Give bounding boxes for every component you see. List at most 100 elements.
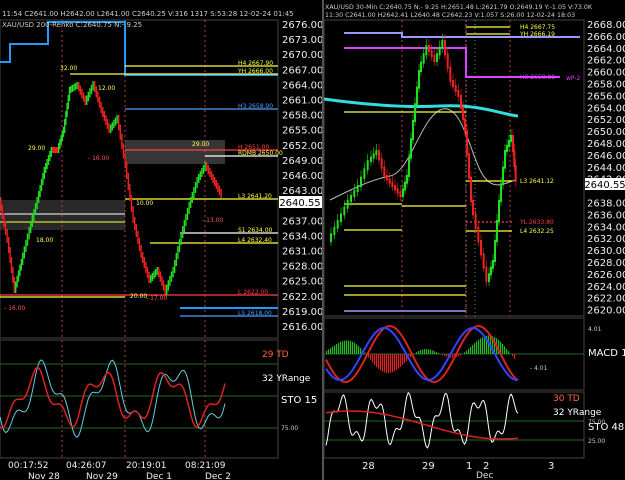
candle-body <box>514 165 517 182</box>
renko-brick <box>68 87 71 101</box>
macd-bar <box>338 342 340 354</box>
candle-body <box>430 50 433 57</box>
macd-bar <box>452 354 454 358</box>
price-tick: 2661.00 <box>282 96 323 107</box>
price-tick-right: 2662.00 <box>587 56 625 67</box>
renko-brick <box>119 124 121 140</box>
bar-annotation: 29.00 <box>28 145 45 152</box>
renko-brick <box>43 167 45 179</box>
candle-body <box>412 120 414 141</box>
time-tick: 04:26:07 <box>66 461 106 471</box>
renko-brick <box>121 133 123 150</box>
renko-brick <box>150 275 152 283</box>
candle-body <box>472 200 474 216</box>
macd-bar <box>468 348 470 354</box>
level-label-right: YH 2666.19 <box>519 31 555 38</box>
renko-brick <box>20 259 22 271</box>
candle-body <box>446 53 449 69</box>
renko-brick <box>78 82 80 92</box>
candle-body <box>408 156 410 177</box>
minute-chart-panel[interactable]: H4 2667.75YH 2666.19 H3 2658.88 L3 2641.12… <box>323 0 625 480</box>
candle-body <box>488 273 490 282</box>
macd-bar <box>386 354 388 374</box>
renko-brick <box>3 213 5 227</box>
macd-bar <box>514 354 516 359</box>
price-tick: 2649.00 <box>282 156 323 167</box>
renko-brick <box>90 84 93 95</box>
price-tick: 2631.00 <box>282 247 323 258</box>
candle-body <box>470 176 472 202</box>
macd-bar <box>384 354 386 373</box>
price-tick: 2664.00 <box>282 80 323 91</box>
renko-brick <box>177 246 179 259</box>
renko-brick <box>154 269 157 277</box>
renko-chart-panel[interactable]: H4 2667.90YH 2666.00H3 2658.90H 2651.00R… <box>0 0 323 480</box>
renko-brick <box>46 159 48 169</box>
bar-info-header: 11:54 C2641.00 H2642.00 L2641.00 C2640.2… <box>2 10 294 18</box>
candle-body <box>420 61 422 72</box>
renko-brick <box>156 267 158 275</box>
macd-bar <box>420 350 422 354</box>
candle-body <box>485 266 488 282</box>
renko-brick <box>26 233 29 246</box>
macd-bar <box>426 349 428 354</box>
macd-bar <box>506 348 508 354</box>
price-tick-right: 2658.00 <box>587 80 625 91</box>
price-tick: 2625.00 <box>282 277 323 288</box>
month-label: Dec <box>476 471 493 480</box>
renko-brick <box>25 239 27 253</box>
level-label: L 2622.00 <box>238 289 268 296</box>
level-label-right: L3 2641.12 <box>520 178 554 185</box>
candle-body <box>492 260 494 269</box>
renko-brick <box>30 221 32 233</box>
macd-scale-bottom: - 4.01 <box>530 365 548 372</box>
renko-brick <box>73 84 75 91</box>
renko-brick <box>218 186 221 195</box>
renko-brick <box>64 119 66 133</box>
renko-brick <box>110 124 112 133</box>
bar-annotation: 32.00 <box>60 65 77 72</box>
price-tick: 2637.00 <box>282 216 323 227</box>
candle-body <box>490 266 492 276</box>
renko-brick <box>111 122 113 131</box>
level-label-right: H4 2667.75 <box>520 24 555 31</box>
macd-bar <box>348 340 350 354</box>
bar-annotation: - 13.00 <box>202 217 223 224</box>
macd-bar <box>394 354 396 372</box>
candle-body <box>512 135 514 152</box>
renko-brick <box>132 206 134 223</box>
bar-annotation: 20.00 <box>130 293 147 300</box>
renko-brick <box>124 152 126 168</box>
candle-body <box>353 190 356 197</box>
renko-brick <box>220 189 222 198</box>
candle-body <box>480 240 482 256</box>
sto-scale-25-right: 25.00 <box>588 438 605 445</box>
price-tick: 2655.00 <box>282 126 323 137</box>
price-tick-right: 2622.00 <box>587 294 625 305</box>
renko-brick <box>108 123 110 133</box>
candle-body <box>457 90 460 97</box>
renko-brick <box>65 111 67 125</box>
bar-annotation: 29.00 <box>192 141 209 148</box>
candle-body <box>482 253 485 269</box>
macd-bar <box>350 340 352 354</box>
macd-bar <box>354 342 356 354</box>
candle-body <box>441 40 444 49</box>
renko-brick <box>52 147 54 153</box>
renko-brick <box>217 183 219 192</box>
renko-brick <box>161 275 163 287</box>
renko-brick <box>142 252 144 263</box>
renko-brick <box>134 217 136 230</box>
renko-brick <box>135 224 137 237</box>
macd-bar <box>416 352 418 354</box>
macd-bar <box>370 354 372 361</box>
macd-bar <box>332 346 334 354</box>
macd-bar <box>478 339 480 354</box>
candle-body <box>449 66 452 82</box>
candle-body <box>468 153 470 179</box>
price-tick-right: 2620.00 <box>587 306 625 317</box>
price-tick-right: 2664.00 <box>587 44 625 55</box>
candle-body <box>425 45 428 56</box>
candle-body <box>360 176 362 187</box>
price-tick-right: 2668.00 <box>587 20 625 31</box>
